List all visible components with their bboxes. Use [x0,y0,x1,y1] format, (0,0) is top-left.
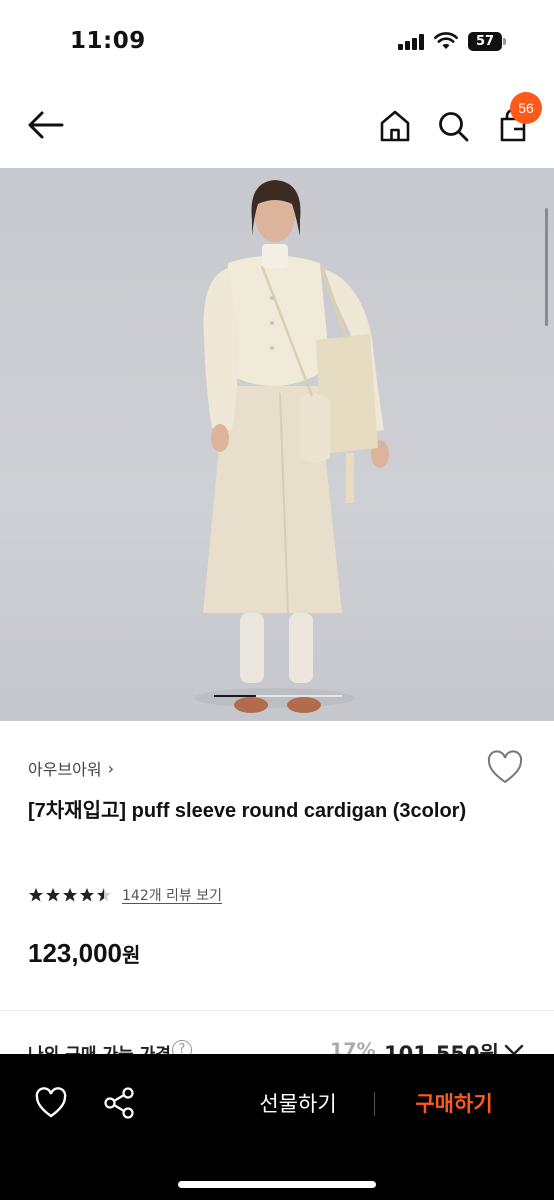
search-icon[interactable] [434,107,472,145]
wifi-icon [434,32,458,49]
price-value: 123,000 [28,938,122,968]
buy-button[interactable]: 구매하기 [392,1088,516,1120]
discount-rate: 17% [330,1039,376,1054]
heart-icon[interactable] [486,750,524,786]
carousel-progress-fill [214,695,257,697]
home-indicator [178,1181,376,1188]
bottom-action-bar: 선물하기 구매하기 [0,1054,554,1200]
model-photo [195,180,389,713]
product-price: 123,000원 [28,938,140,969]
my-price-value: 101,550원 [384,1042,499,1054]
brand-name: 아우브아워 [28,760,102,779]
share-icon[interactable] [102,1086,136,1120]
star-icon [80,888,94,902]
chevron-right-icon: › [107,758,115,778]
home-icon[interactable] [376,107,414,145]
help-icon[interactable]: ? [172,1040,192,1054]
back-arrow-icon[interactable] [26,108,66,142]
product-title: [7차재입고] puff sleeve round cardigan (3col… [28,800,467,822]
review-link[interactable]: 142개 리뷰 보기 [122,885,222,905]
star-icon [29,888,43,902]
battery-level: 57 [468,32,502,51]
status-time: 11:09 [70,28,146,54]
cellular-signal-icon [398,34,424,50]
carousel-progress [214,695,342,697]
battery-icon: 57 [468,32,506,51]
star-icon [97,888,111,902]
cart-count-badge: 56 [510,92,542,124]
brand-link[interactable]: 아우브아워 › [28,756,114,780]
app-header: 56 [0,80,554,168]
divider [0,1010,554,1011]
rating-stars [28,887,112,903]
price-unit: 원 [121,945,141,967]
scroll-indicator [545,208,548,326]
product-image-carousel[interactable] [0,168,554,721]
status-bar: 11:09 57 [0,0,554,80]
chevron-down-icon[interactable] [504,1044,524,1054]
divider [374,1092,375,1116]
my-price-row[interactable]: 나의 구매 가능 가격 ? 17% 101,550원 [0,1030,554,1054]
rating-row: 142개 리뷰 보기 [28,885,222,905]
star-icon [63,888,77,902]
gift-button[interactable]: 선물하기 [236,1088,360,1120]
heart-icon[interactable] [34,1087,68,1119]
my-price-label: 나의 구매 가능 가격 [28,1040,171,1054]
star-icon [46,888,60,902]
